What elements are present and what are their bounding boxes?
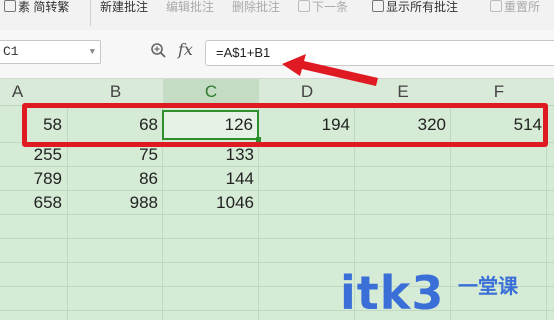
cell-c4[interactable]: 1046: [162, 191, 258, 215]
fx-icon[interactable]: fx: [178, 40, 193, 59]
edit-comment-button[interactable]: 编辑批注: [166, 0, 214, 18]
grid-line: [0, 310, 554, 311]
column-header-a[interactable]: A: [0, 79, 35, 105]
ribbon-toolbar: 素 简转繁 新建批注 编辑批注 删除批注 下一条 显示所有批注 重置所: [0, 0, 554, 31]
highlight-box: [22, 103, 548, 147]
cell-b3[interactable]: 86: [67, 167, 162, 191]
reset-button[interactable]: 重置所: [490, 0, 540, 18]
cell-b4[interactable]: 988: [67, 191, 162, 215]
name-box[interactable]: C1 ▼: [0, 40, 101, 64]
column-header-b[interactable]: B: [68, 79, 163, 105]
reset-icon: [490, 0, 502, 12]
simplified-to-traditional-button[interactable]: 素 简转繁: [4, 0, 69, 18]
cell-a4[interactable]: 658: [0, 191, 66, 215]
convert-icon: [4, 0, 16, 12]
grid-line: [0, 238, 554, 239]
column-header-f[interactable]: F: [451, 79, 547, 105]
comments-icon: [372, 0, 384, 12]
chevron-down-icon[interactable]: ▼: [90, 41, 95, 63]
delete-comment-button[interactable]: 删除批注: [232, 0, 280, 18]
cell-a3[interactable]: 789: [0, 167, 66, 191]
zoom-icon[interactable]: [150, 42, 166, 60]
watermark-logo: itk3: [340, 266, 445, 320]
show-all-comments-button[interactable]: 显示所有批注: [372, 0, 458, 18]
ribbon-divider: [90, 0, 91, 26]
watermark-cn: 一堂课: [458, 276, 518, 298]
grid-line: [0, 262, 554, 263]
formula-bar: C1 ▼ fx =A$1+B1: [0, 30, 554, 79]
next-icon: [298, 0, 310, 12]
cell-c3[interactable]: 144: [162, 167, 258, 191]
column-headers: A B C D E F: [0, 79, 554, 106]
new-comment-button[interactable]: 新建批注: [100, 0, 148, 18]
pointer-arrow: [282, 54, 378, 86]
next-comment-button[interactable]: 下一条: [298, 0, 348, 18]
column-header-c[interactable]: C: [163, 79, 259, 105]
